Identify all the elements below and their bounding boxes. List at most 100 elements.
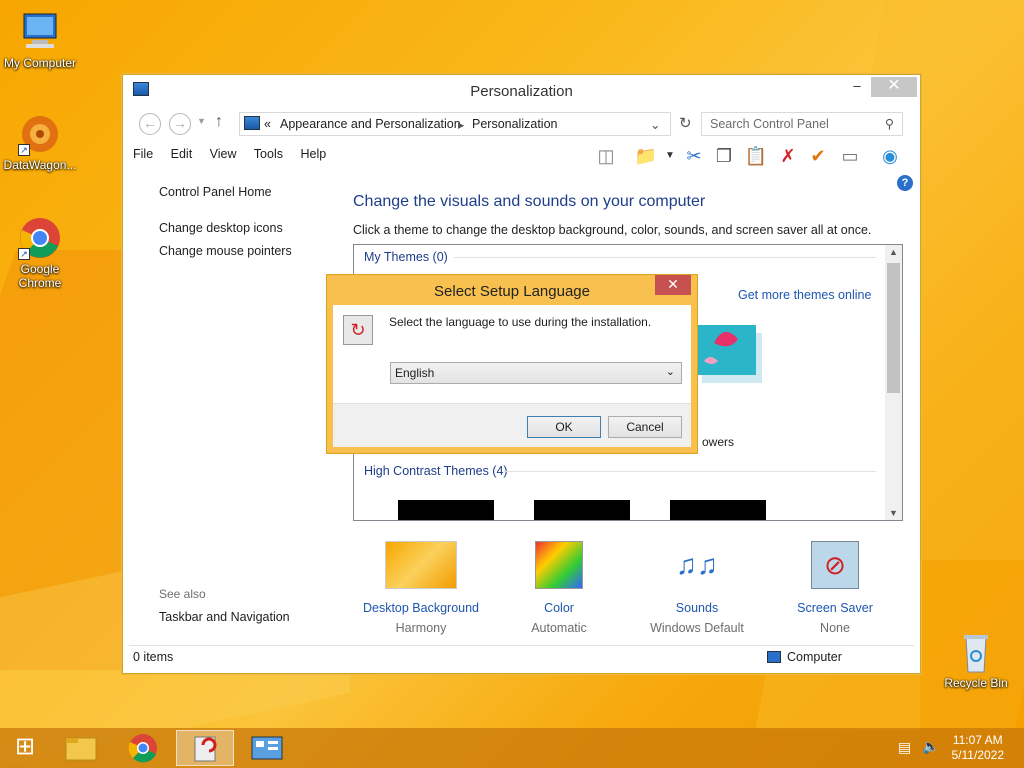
- search-input[interactable]: Search Control Panel ⚲: [701, 112, 903, 136]
- up-arrow-icon[interactable]: ↑: [215, 113, 223, 131]
- taskbar-navigation-link[interactable]: Taskbar and Navigation: [159, 610, 290, 624]
- taskbar-control-panel-icon[interactable]: [238, 730, 296, 766]
- volume-muted-icon[interactable]: 🔈: [922, 738, 939, 755]
- scroll-thumb[interactable]: [887, 263, 900, 393]
- back-icon[interactable]: ←: [139, 113, 161, 135]
- breadcrumb-personalization[interactable]: Personalization: [472, 117, 557, 131]
- clock-date: 5/11/2022: [951, 748, 1005, 762]
- menu-bar: File Edit View Tools Help: [133, 147, 340, 167]
- high-contrast-group: High Contrast Themes (4): [364, 464, 508, 478]
- breadcrumb-appearance[interactable]: Appearance and Personalization: [280, 117, 461, 131]
- start-windows-icon[interactable]: ⊞: [2, 730, 48, 766]
- menu-help[interactable]: Help: [300, 147, 326, 161]
- delete-icon[interactable]: ✗: [775, 143, 801, 169]
- taskbar-setup-icon[interactable]: [176, 730, 234, 766]
- scroll-up-icon[interactable]: ▲: [889, 247, 898, 257]
- desktop-icon-label: Recycle Bin: [944, 676, 1008, 690]
- sounds-value: Windows Default: [650, 621, 744, 635]
- item-count: 0 items: [133, 650, 174, 664]
- forward-icon[interactable]: →: [169, 113, 191, 135]
- address-bar[interactable]: « Appearance and Personalization ▸ Perso…: [239, 112, 671, 136]
- menu-file[interactable]: File: [133, 147, 153, 161]
- taskbar-chrome-icon[interactable]: [114, 730, 172, 766]
- help-icon[interactable]: ?: [897, 175, 913, 191]
- color-value: Automatic: [531, 621, 587, 635]
- left-pane: Control Panel Home Change desktop icons …: [159, 185, 292, 267]
- scroll-down-icon[interactable]: ▼: [889, 508, 898, 518]
- page-heading: Change the visuals and sounds on your co…: [353, 193, 706, 210]
- breadcrumb-separator-icon: ▸: [458, 118, 465, 132]
- sounds-link[interactable]: Sounds: [637, 601, 757, 615]
- location-status: Computer: [787, 650, 842, 664]
- paste-icon[interactable]: 📋: [743, 143, 769, 169]
- sounds-item[interactable]: ♫♫ Sounds Windows Default: [637, 541, 757, 635]
- minimize-button[interactable]: –: [844, 77, 870, 97]
- close-button[interactable]: ✕: [871, 77, 917, 97]
- cancel-button[interactable]: Cancel: [608, 416, 682, 438]
- color-item[interactable]: Color Automatic: [499, 541, 619, 635]
- themes-scrollbar[interactable]: ▲ ▼: [885, 245, 902, 520]
- address-dropdown-icon[interactable]: ⌄: [650, 117, 660, 132]
- dialog-close-button[interactable]: ✕: [655, 275, 691, 295]
- screen-saver-item[interactable]: ⊘ Screen Saver None: [775, 541, 895, 635]
- control-panel-home-link[interactable]: Control Panel Home: [159, 185, 292, 199]
- properties-check-icon[interactable]: ✔: [805, 143, 831, 169]
- desktop-background-item[interactable]: Desktop Background Harmony: [361, 541, 481, 635]
- color-palette-icon: [535, 541, 583, 589]
- dialog-footer: OK Cancel: [333, 403, 691, 447]
- desktop-icon-google-chrome[interactable]: ↗ Google Chrome: [0, 216, 80, 290]
- my-themes-group: My Themes (0): [364, 250, 448, 264]
- get-more-themes-link[interactable]: Get more themes online: [738, 288, 871, 302]
- dialog-message: Select the language to use during the in…: [389, 315, 652, 329]
- cut-icon[interactable]: ✂: [681, 143, 707, 169]
- menu-view[interactable]: View: [210, 147, 237, 161]
- copy-icon[interactable]: ❐: [711, 143, 737, 169]
- language-select[interactable]: English ⌄: [390, 362, 682, 384]
- breadcrumb-prefix[interactable]: «: [264, 117, 271, 131]
- desktop-background-icon: [385, 541, 457, 589]
- setup-installer-icon: ↻: [343, 315, 373, 345]
- sounds-keyboard-icon: ♫♫: [676, 549, 718, 580]
- network-icon[interactable]: ▤: [898, 739, 911, 756]
- see-also-label: See also: [159, 587, 206, 601]
- change-mouse-pointers-link[interactable]: Change mouse pointers: [159, 244, 292, 258]
- high-contrast-theme-1[interactable]: [398, 500, 494, 520]
- desktop-background-link[interactable]: Desktop Background: [361, 601, 481, 615]
- shortcut-arrow-icon: ↗: [18, 144, 30, 156]
- desktop-icon-label: My Computer: [3, 56, 77, 70]
- address-row: ← → ▼ ↑ « Appearance and Personalization…: [131, 111, 914, 137]
- control-panel-icon: [244, 116, 260, 130]
- menu-edit[interactable]: Edit: [171, 147, 193, 161]
- desktop-icon-datawagon[interactable]: ↗ DataWagon...: [0, 112, 80, 172]
- folder-options-icon[interactable]: 📁: [633, 143, 659, 169]
- window-title: Personalization: [470, 83, 573, 100]
- screen-saver-link[interactable]: Screen Saver: [775, 601, 895, 615]
- chrome-icon: ↗: [18, 216, 62, 260]
- high-contrast-theme-3[interactable]: [670, 500, 766, 520]
- desktop-icon-my-computer[interactable]: My Computer: [0, 10, 80, 70]
- change-desktop-icons-link[interactable]: Change desktop icons: [159, 221, 292, 235]
- dialog-title: Select Setup Language: [434, 283, 590, 300]
- preview-pane-icon[interactable]: ◫: [593, 143, 619, 169]
- globe-icon[interactable]: ◉: [877, 143, 903, 169]
- setup-language-dialog: Select Setup Language ✕ ↻ Select the lan…: [326, 274, 698, 454]
- chevron-down-icon: ⌄: [665, 366, 675, 378]
- system-clock[interactable]: 11:07 AM 5/11/2022: [952, 733, 1005, 763]
- computer-status-icon: [767, 651, 781, 663]
- taskbar-file-explorer-icon[interactable]: [52, 730, 110, 766]
- group-divider: [454, 257, 876, 258]
- refresh-icon[interactable]: ↻: [679, 114, 692, 132]
- desktop-icon-recycle-bin[interactable]: Recycle Bin: [936, 630, 1016, 690]
- clock-time: 11:07 AM: [952, 733, 1003, 747]
- rename-icon[interactable]: ▭: [837, 143, 863, 169]
- ok-button[interactable]: OK: [527, 416, 601, 438]
- recent-dropdown-icon[interactable]: ▼: [197, 116, 206, 126]
- shortcut-arrow-icon: ↗: [18, 248, 30, 260]
- desktop-icon-label: DataWagon...: [3, 158, 77, 172]
- flowers-theme-thumbnail[interactable]: [694, 303, 764, 393]
- options-dropdown-icon[interactable]: ▼: [657, 143, 683, 169]
- high-contrast-theme-2[interactable]: [534, 500, 630, 520]
- menu-tools[interactable]: Tools: [254, 147, 283, 161]
- color-link[interactable]: Color: [499, 601, 619, 615]
- language-select-value: English: [395, 366, 435, 380]
